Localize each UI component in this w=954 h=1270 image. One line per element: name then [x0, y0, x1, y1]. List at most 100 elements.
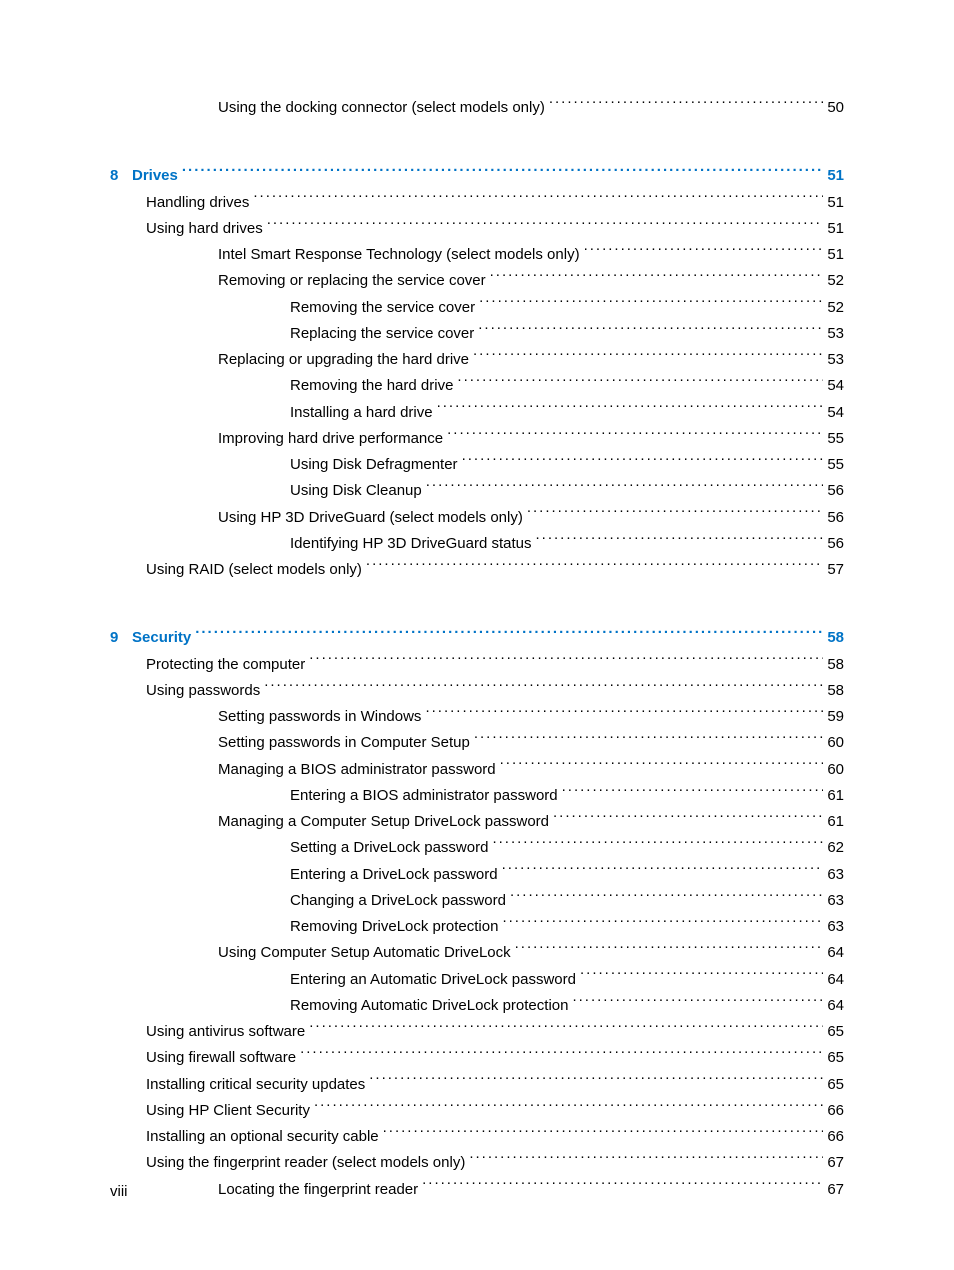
toc-entry[interactable]: Intel Smart Response Technology (select …	[110, 242, 844, 268]
toc-entry-page: 55	[827, 452, 844, 478]
toc-entry-title: Setting passwords in Windows	[218, 704, 421, 730]
dot-leader	[369, 1074, 823, 1089]
toc-entry-title: Using Computer Setup Automatic DriveLock	[218, 940, 511, 966]
toc-entry-page: 66	[827, 1124, 844, 1150]
toc-entry[interactable]: Entering a BIOS administrator password 61	[110, 783, 844, 809]
toc-entry-title: Installing critical security updates	[146, 1072, 365, 1098]
toc-entry[interactable]: Using Computer Setup Automatic DriveLock…	[110, 940, 844, 966]
toc-entry[interactable]: Improving hard drive performance 55	[110, 426, 844, 452]
toc-entry-page: 54	[827, 400, 844, 426]
toc-entry[interactable]: Using HP Client Security66	[110, 1098, 844, 1124]
toc-entry-page: 63	[827, 914, 844, 940]
toc-entry-page: 51	[827, 242, 844, 268]
toc-entry[interactable]: Using HP 3D DriveGuard (select models on…	[110, 505, 844, 531]
dot-leader	[492, 837, 823, 852]
toc-entry-title: Setting passwords in Computer Setup	[218, 730, 470, 756]
toc-entry[interactable]: Installing a hard drive 54	[110, 400, 844, 426]
toc-entry-page: 58	[827, 652, 844, 678]
toc-entry[interactable]: Using the docking connector (select mode…	[110, 95, 844, 121]
toc-entry[interactable]: Removing the service cover52	[110, 295, 844, 321]
toc-entry-title: Improving hard drive performance	[218, 426, 443, 452]
toc-entry-page: 61	[827, 809, 844, 835]
toc-entry[interactable]: Replacing the service cover53	[110, 321, 844, 347]
toc-entry-title: Entering a BIOS administrator password	[290, 783, 558, 809]
toc-entry-page: 60	[827, 730, 844, 756]
toc-entry-page: 58	[827, 678, 844, 704]
toc-chapter-title: 9Security	[110, 625, 191, 651]
dot-leader	[474, 732, 824, 747]
toc-entry[interactable]: Changing a DriveLock password63	[110, 888, 844, 914]
toc-chapter-page: 51	[827, 163, 844, 189]
toc-entry[interactable]: Setting passwords in Computer Setup 60	[110, 730, 844, 756]
toc-entry[interactable]: Replacing or upgrading the hard drive53	[110, 347, 844, 373]
dot-leader	[515, 942, 824, 957]
toc-entry[interactable]: Removing the hard drive54	[110, 373, 844, 399]
dot-leader	[510, 890, 823, 905]
toc-entry-title: Identifying HP 3D DriveGuard status	[290, 531, 532, 557]
toc-entry[interactable]: Using hard drives51	[110, 216, 844, 242]
toc-chapter-security[interactable]: 9Security 58	[110, 625, 844, 651]
toc-entry[interactable]: Identifying HP 3D DriveGuard status56	[110, 531, 844, 557]
toc-entry-page: 64	[827, 940, 844, 966]
toc-entry-title: Changing a DriveLock password	[290, 888, 506, 914]
toc-chapter-title: 8Drives	[110, 163, 178, 189]
toc-entry[interactable]: Locating the fingerprint reader67	[110, 1177, 844, 1203]
toc-entry-title: Using firewall software	[146, 1045, 296, 1071]
toc-entry-title: Protecting the computer	[146, 652, 305, 678]
chapter-name: Drives	[132, 167, 178, 184]
dot-leader	[553, 811, 823, 826]
toc-entry-page: 61	[827, 783, 844, 809]
toc-entry[interactable]: Using antivirus software65	[110, 1019, 844, 1045]
toc-entry[interactable]: Protecting the computer 58	[110, 652, 844, 678]
dot-leader	[300, 1047, 823, 1062]
toc-entry-title: Removing Automatic DriveLock protection	[290, 993, 568, 1019]
toc-entry[interactable]: Entering a DriveLock password63	[110, 862, 844, 888]
toc-entry[interactable]: Setting passwords in Windows59	[110, 704, 844, 730]
dot-leader	[422, 1179, 823, 1194]
toc-entry-title: Entering an Automatic DriveLock password	[290, 967, 576, 993]
toc-entry-title: Handling drives	[146, 190, 249, 216]
toc-entry-title: Removing DriveLock protection	[290, 914, 498, 940]
toc-entry-title: Installing a hard drive	[290, 400, 433, 426]
toc-entry[interactable]: Using passwords58	[110, 678, 844, 704]
toc-entry-page: 55	[827, 426, 844, 452]
toc-entry-page: 64	[827, 993, 844, 1019]
dot-leader	[536, 533, 824, 548]
dot-leader	[366, 559, 823, 574]
toc-entry[interactable]: Installing an optional security cable66	[110, 1124, 844, 1150]
toc-entry[interactable]: Using Disk Cleanup56	[110, 478, 844, 504]
toc-entry-title: Using hard drives	[146, 216, 263, 242]
page-number: viii	[110, 1183, 128, 1200]
toc-entry-page: 57	[827, 557, 844, 583]
toc-entry-title: Entering a DriveLock password	[290, 862, 498, 888]
toc-entry-page: 67	[827, 1150, 844, 1176]
toc-entry[interactable]: Using firewall software65	[110, 1045, 844, 1071]
toc-entry[interactable]: Entering an Automatic DriveLock password…	[110, 967, 844, 993]
toc-entry-page: 60	[827, 757, 844, 783]
toc-entry[interactable]: Removing DriveLock protection 63	[110, 914, 844, 940]
toc-entry-title: Managing a Computer Setup DriveLock pass…	[218, 809, 549, 835]
dot-leader	[584, 244, 824, 259]
dot-leader	[309, 654, 823, 669]
toc-entry[interactable]: Using the fingerprint reader (select mod…	[110, 1150, 844, 1176]
toc-entry[interactable]: Removing Automatic DriveLock protection 6…	[110, 993, 844, 1019]
toc-entry[interactable]: Using Disk Defragmenter55	[110, 452, 844, 478]
dot-leader	[309, 1021, 823, 1036]
toc-entry[interactable]: Setting a DriveLock password62	[110, 835, 844, 861]
toc-chapter-page: 58	[827, 625, 844, 651]
toc-entry[interactable]: Managing a Computer Setup DriveLock pass…	[110, 809, 844, 835]
toc-entry[interactable]: Removing or replacing the service cover 5…	[110, 268, 844, 294]
toc-entry[interactable]: Handling drives51	[110, 190, 844, 216]
dot-leader	[479, 297, 823, 312]
toc-entry[interactable]: Using RAID (select models only)57	[110, 557, 844, 583]
toc-entry[interactable]: Installing critical security updates65	[110, 1072, 844, 1098]
toc-entry-title: Replacing or upgrading the hard drive	[218, 347, 469, 373]
toc-entry-title: Removing or replacing the service cover	[218, 268, 486, 294]
toc-entry-page: 52	[827, 268, 844, 294]
toc-entry-title: Setting a DriveLock password	[290, 835, 488, 861]
toc-entry[interactable]: Managing a BIOS administrator password60	[110, 757, 844, 783]
toc-chapter-drives[interactable]: 8Drives 51	[110, 163, 844, 189]
toc-chapter-security-entries: Protecting the computer 58Using passwords…	[110, 652, 844, 1203]
dot-leader	[572, 995, 823, 1010]
toc-entry-title: Using the fingerprint reader (select mod…	[146, 1150, 465, 1176]
